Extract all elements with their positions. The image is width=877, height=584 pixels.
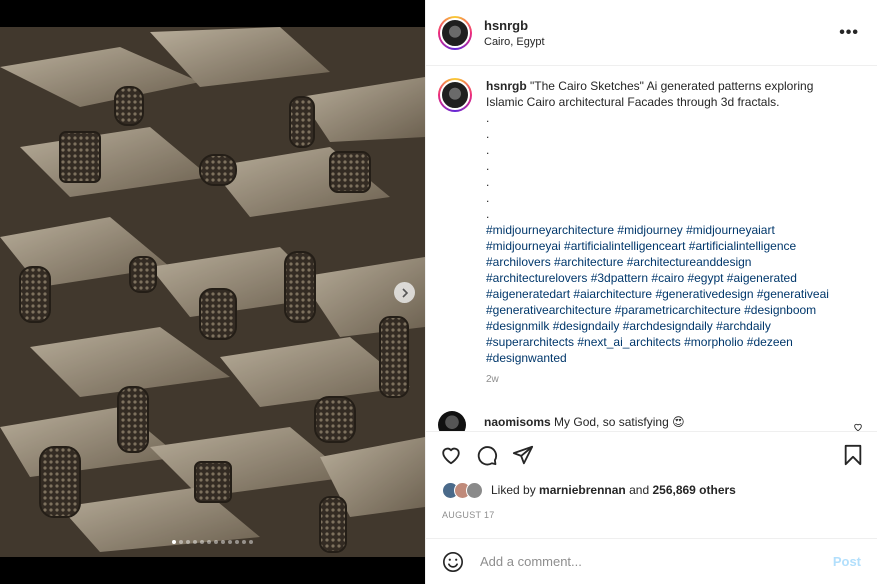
carousel-indicator [0,540,425,544]
caption-text: "The Cairo Sketches" Ai generated patter… [486,79,814,109]
carousel-dot [193,540,197,544]
caption-timestamp[interactable]: 2w [486,372,851,388]
comment-text: My God, so satisfying 😍 [554,415,685,429]
post-actions-section: Liked by marniebrennan and 256,869 other… [426,431,877,520]
post-header: hsnrgb Cairo, Egypt ••• [426,0,877,66]
author-avatar[interactable] [438,15,472,50]
post-comment-button[interactable]: Post [833,554,861,569]
chevron-right-icon [401,287,408,298]
commenter-username[interactable]: naomisoms [484,415,551,429]
share-button[interactable] [512,444,534,466]
comments-scroll-area[interactable]: hsnrgb "The Cairo Sketches" Ai generated… [426,66,877,431]
caption-dot-line: . [486,127,490,141]
send-icon [512,445,534,465]
caption-dot-line: . [486,159,490,173]
carousel-dot [179,540,183,544]
action-bar [426,432,877,478]
caption-username[interactable]: hsnrgb [486,79,527,93]
heart-icon [442,447,460,465]
carousel-dot [242,540,246,544]
liker-avatar [466,481,483,499]
caption-dot-line: . [486,111,490,125]
caption: hsnrgb "The Cairo Sketches" Ai generated… [438,78,863,388]
next-image-button[interactable] [394,282,415,303]
commenter-avatar[interactable] [438,411,466,431]
comment-item: naomisoms My God, so satisfying 😍 [438,411,865,431]
comment-input[interactable] [478,553,833,570]
post-image[interactable] [0,27,425,557]
liker-avatars[interactable] [442,481,483,499]
author-username[interactable]: hsnrgb [484,18,545,33]
instagram-post-view: hsnrgb Cairo, Egypt ••• hsnrgb "The Cair… [0,0,877,584]
emoji-icon [443,551,463,572]
caption-dot-line: . [486,143,490,157]
heart-icon [854,423,862,431]
caption-dots: ....... [486,110,851,222]
add-comment-bar: Post [426,538,877,584]
post-date[interactable]: AUGUST 17 [426,502,877,520]
carousel-dot [172,540,176,544]
emoji-button[interactable] [442,551,464,573]
save-button[interactable] [843,444,863,466]
caption-hashtags[interactable]: #midjourneyarchitecture #midjourney #mid… [486,222,851,366]
carousel-dot [249,540,253,544]
carousel-dot [200,540,204,544]
comment-icon [477,446,498,466]
carousel-dot [214,540,218,544]
liked-by-prefix: Liked by [491,483,536,497]
carousel-dot [221,540,225,544]
post-details-panel: hsnrgb Cairo, Egypt ••• hsnrgb "The Cair… [425,0,877,584]
comment-like-button[interactable] [853,419,863,431]
bookmark-icon [844,444,862,466]
liked-by-and: and [629,483,650,497]
liked-by-user[interactable]: marniebrennan [539,483,626,497]
caption-avatar[interactable] [438,78,472,112]
carousel-dot [186,540,190,544]
comment-button[interactable] [476,444,498,466]
likes-count[interactable]: 256,869 others [652,483,735,497]
carousel-dot [207,540,211,544]
caption-dot-line: . [486,175,490,189]
more-horizontal-icon: ••• [839,24,859,41]
caption-dot-line: . [486,191,490,205]
likes-summary: Liked by marniebrennan and 256,869 other… [426,478,877,502]
like-button[interactable] [440,444,462,466]
post-location[interactable]: Cairo, Egypt [484,36,545,48]
more-options-button[interactable]: ••• [839,24,859,42]
caption-dot-line: . [486,207,490,221]
carousel-dot [235,540,239,544]
architecture-image [0,27,425,557]
carousel-dot [228,540,232,544]
